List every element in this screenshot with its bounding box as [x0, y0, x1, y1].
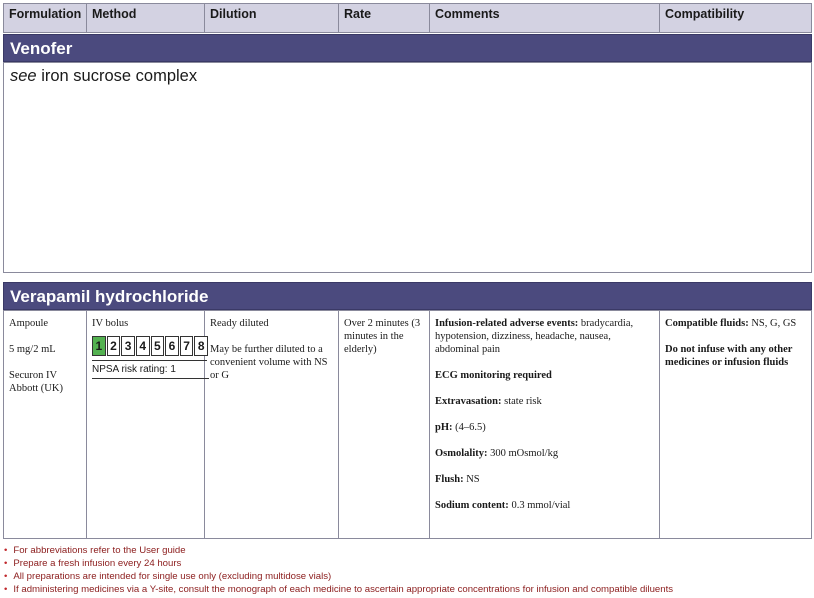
- dilution-cell: Ready diluted May be further diluted to …: [205, 311, 339, 538]
- formulation-brand: Securon IV: [9, 370, 58, 381]
- risk-scale: 1 2 3 4 5 6 7 8 NPSA risk rating: 1: [92, 336, 209, 379]
- dilution-ready: Ready diluted: [210, 318, 269, 329]
- comment-extravasation: Extravasation: state risk: [435, 396, 542, 407]
- footnote-item: If administering medicines via a Y-site,…: [4, 583, 673, 596]
- risk-box-5: 5: [150, 336, 165, 356]
- formulation-strength: 5 mg/2 mL: [9, 344, 56, 355]
- do-not-infuse: Do not infuse with any other medicines o…: [665, 344, 793, 368]
- see-reference: see iron sucrose complex: [10, 67, 197, 86]
- footnotes: For abbreviations refer to the User guid…: [4, 544, 673, 596]
- see-target: iron sucrose complex: [36, 67, 198, 85]
- header-compatibility: Compatibility: [665, 7, 745, 21]
- comment-sodium: Sodium content: 0.3 mmol/vial: [435, 500, 571, 511]
- formulation-cell: Ampoule 5 mg/2 mL Securon IV Abbott (UK): [4, 311, 87, 538]
- footnote-item: For abbreviations refer to the User guid…: [4, 544, 673, 557]
- method-cell: IV bolus 1 2 3 4 5 6 7 8 NPSA risk ratin…: [87, 311, 209, 538]
- comment-flush: Flush: NS: [435, 474, 480, 485]
- comment-osmolality: Osmolality: 300 mOsmol/kg: [435, 448, 559, 459]
- see-word: see: [10, 67, 37, 85]
- risk-box-1: 1: [92, 336, 106, 356]
- risk-box-6: 6: [165, 336, 179, 356]
- venofer-body: see iron sucrose complex: [3, 62, 812, 273]
- table-header: Formulation Method Dilution Rate Comment…: [3, 3, 812, 33]
- comments-cell: Infusion-related adverse events: bradyca…: [430, 311, 660, 538]
- method-label: IV bolus: [92, 318, 129, 329]
- verapamil-row: Ampoule 5 mg/2 mL Securon IV Abbott (UK)…: [3, 310, 812, 539]
- comment-adverse-events: Infusion-related adverse events: bradyca…: [435, 318, 634, 355]
- formulation-type: Ampoule: [9, 318, 49, 329]
- dilution-further: May be further diluted to a convenient v…: [210, 344, 328, 381]
- header-rate: Rate: [339, 4, 430, 32]
- risk-box-4: 4: [135, 336, 150, 356]
- formulation-manufacturer: Abbott (UK): [9, 383, 63, 394]
- comment-ecg: ECG monitoring required: [435, 370, 552, 381]
- footnote-item: All preparations are intended for single…: [4, 570, 673, 583]
- compatible-fluids: Compatible fluids: NS, G, GS: [665, 318, 797, 329]
- risk-rating-label: NPSA risk rating: 1: [92, 360, 207, 376]
- header-comments: Comments: [430, 4, 660, 32]
- comment-ph: pH: (4–6.5): [435, 422, 486, 433]
- risk-box-3: 3: [121, 336, 135, 356]
- header-dilution: Dilution: [205, 4, 339, 32]
- risk-box-2: 2: [106, 336, 121, 356]
- header-formulation: Formulation: [4, 4, 87, 32]
- risk-box-7: 7: [179, 336, 194, 356]
- rate-cell: Over 2 minutes (3 minutes in the elderly…: [339, 311, 430, 538]
- rate-text: Over 2 minutes (3 minutes in the elderly…: [344, 318, 421, 355]
- risk-boxes: 1 2 3 4 5 6 7 8: [92, 336, 209, 356]
- header-method: Method: [87, 4, 205, 32]
- footnote-item: Prepare a fresh infusion every 24 hours: [4, 557, 673, 570]
- compatibility-cell: Compatible fluids: NS, G, GS Do not infu…: [660, 311, 811, 538]
- section-title-verapamil: Verapamil hydrochloride: [3, 282, 812, 310]
- section-title-venofer: Venofer: [3, 34, 812, 62]
